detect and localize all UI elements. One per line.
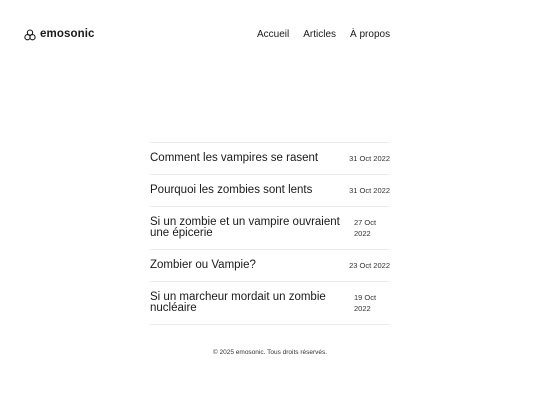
brand-link[interactable]: emosonic xyxy=(24,28,95,41)
post-title: Si un marcheur mordait un zombie nucléai… xyxy=(150,291,326,314)
post-title: Zombier ou Vampie? xyxy=(150,259,256,271)
post-item[interactable]: Pourquoi les zombies sont lents 31 Oct 2… xyxy=(150,175,390,207)
post-list: Comment les vampires se rasent 31 Oct 20… xyxy=(150,142,390,325)
triple-circle-logo-icon xyxy=(24,28,36,41)
post-item[interactable]: Si un marcheur mordait un zombie nucléai… xyxy=(150,282,390,325)
post-item[interactable]: Comment les vampires se rasent 31 Oct 20… xyxy=(150,143,390,175)
nav-item-a-propos[interactable]: À propos xyxy=(350,29,390,40)
post-date: 27 Oct 2022 xyxy=(354,218,377,238)
post-date: 19 Oct 2022 xyxy=(354,293,377,313)
site-header: emosonic Accueil Articles À propos xyxy=(0,0,540,70)
site-footer: © 2025 emosonic. Tous droits réservés. xyxy=(0,349,540,356)
page: emosonic Accueil Articles À propos Comme… xyxy=(0,0,540,405)
brand-name: emosonic xyxy=(40,28,95,40)
post-item[interactable]: Zombier ou Vampie? 23 Oct 2022 xyxy=(150,250,390,282)
nav-item-accueil[interactable]: Accueil xyxy=(257,29,289,40)
copyright-text: © 2025 emosonic. Tous droits réservés. xyxy=(212,349,328,356)
post-item[interactable]: Si un zombie et un vampire ouvraient une… xyxy=(150,207,390,250)
post-date: 23 Oct 2022 xyxy=(349,261,390,270)
nav-item-articles[interactable]: Articles xyxy=(303,29,336,40)
post-title: Comment les vampires se rasent xyxy=(150,152,319,164)
main-nav: Accueil Articles À propos xyxy=(257,29,390,40)
post-title: Si un zombie et un vampire ouvraient une… xyxy=(150,216,340,239)
post-title: Pourquoi les zombies sont lents xyxy=(150,184,313,196)
post-date: 31 Oct 2022 xyxy=(349,154,390,163)
post-date: 31 Oct 2022 xyxy=(349,186,390,195)
